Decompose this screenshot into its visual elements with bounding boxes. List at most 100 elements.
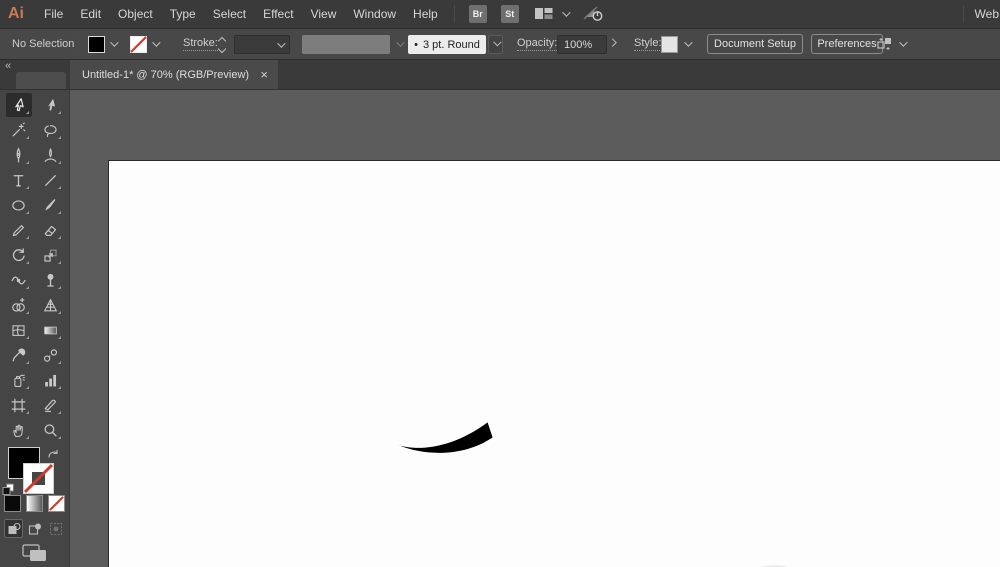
bridge-button[interactable]: Br: [469, 5, 487, 23]
menu-bar: Ai File Edit Object Type Select Effect V…: [0, 0, 1000, 29]
collapse-tools-icon[interactable]: «: [5, 60, 10, 72]
tab-bar: « Untitled-1* @ 70% (RGB/Preview) ×: [0, 60, 1000, 90]
fill-stroke-proxy: [0, 447, 70, 492]
ellipse-tool[interactable]: [6, 193, 32, 217]
menu-view[interactable]: View: [311, 7, 337, 21]
menu-divider: [454, 5, 455, 23]
column-graph-tool[interactable]: [38, 368, 64, 392]
brush-preset-label: 3 pt. Round: [423, 39, 480, 51]
color-swatch-button[interactable]: [4, 495, 21, 512]
document-tab[interactable]: Untitled-1* @ 70% (RGB/Preview) ×: [70, 60, 278, 89]
control-bar: No Selection Stroke: • 3 pt. Round: [0, 29, 1000, 60]
slice-tool[interactable]: [38, 393, 64, 417]
align-pixel-grid-icon[interactable]: [876, 35, 894, 53]
hand-tool[interactable]: [6, 418, 32, 442]
width-profile-dropdown-disabled: [302, 35, 390, 54]
stroke-weight-chevron-icon[interactable]: [277, 39, 285, 47]
brush-dropdown-button[interactable]: [488, 35, 503, 54]
brush-definition-dropdown[interactable]: • 3 pt. Round: [408, 35, 486, 54]
menu-window[interactable]: Window: [353, 7, 396, 21]
lasso-tool[interactable]: [38, 118, 64, 142]
artboard-content: [109, 161, 1000, 567]
gradient-swatch-button[interactable]: [26, 495, 43, 512]
artboard[interactable]: [108, 160, 1000, 567]
menu-select[interactable]: Select: [213, 7, 246, 21]
shape-builder-tool[interactable]: [6, 293, 32, 317]
style-link[interactable]: Style:: [634, 37, 662, 51]
line-segment-tool[interactable]: [38, 168, 64, 192]
pasteboard[interactable]: [70, 90, 1000, 567]
symbol-sprayer-tool[interactable]: [6, 368, 32, 392]
opacity-field[interactable]: 100%: [557, 35, 607, 54]
magic-wand-tool[interactable]: [6, 118, 32, 142]
selection-status: No Selection: [12, 38, 74, 50]
menu-divider-right: [963, 5, 964, 23]
graphic-style-swatch[interactable]: [661, 36, 678, 53]
main-menu: File Edit Object Type Select Effect View…: [44, 7, 438, 21]
stroke-weight-stepper[interactable]: [219, 35, 225, 52]
stroke-panel-link[interactable]: Stroke:: [183, 37, 218, 51]
width-profile-chevron-icon: [396, 38, 404, 46]
draw-inside-button: [46, 519, 65, 538]
stroke-proxy-swatch[interactable]: [23, 463, 54, 499]
stroke-swatch-chevron-icon[interactable]: [152, 38, 160, 46]
draw-normal-button[interactable]: [4, 519, 23, 538]
tools-panel-tab: [16, 72, 66, 89]
menu-type[interactable]: Type: [170, 7, 196, 21]
drawing-mode-row: [4, 519, 65, 538]
opacity-expand-icon[interactable]: [608, 38, 616, 46]
stroke-weight-field[interactable]: [234, 35, 290, 54]
close-tab-icon[interactable]: ×: [260, 68, 268, 81]
tools-panel-header: «: [0, 60, 70, 89]
menu-help[interactable]: Help: [413, 7, 438, 21]
stroke-color-swatch[interactable]: [130, 36, 147, 53]
menu-edit[interactable]: Edit: [80, 7, 101, 21]
direct-selection-tool[interactable]: [38, 93, 64, 117]
workspace-switcher[interactable]: Web: [975, 7, 999, 21]
style-chevron-icon[interactable]: [684, 38, 692, 46]
zoom-tool[interactable]: [38, 418, 64, 442]
workspace: [0, 90, 1000, 567]
perspective-grid-tool[interactable]: [38, 293, 64, 317]
brush-preview-dot: •: [414, 39, 418, 51]
selection-tool[interactable]: [6, 93, 32, 117]
document-setup-button[interactable]: Document Setup: [707, 34, 803, 54]
type-tool[interactable]: [6, 168, 32, 192]
puppet-warp-tool[interactable]: [38, 268, 64, 292]
align-chevron-icon[interactable]: [899, 38, 907, 46]
none-swatch-button[interactable]: [48, 495, 65, 512]
stepper-down-icon[interactable]: [218, 45, 226, 53]
arrange-documents-icon[interactable]: [534, 6, 554, 22]
curvature-tool[interactable]: [38, 143, 64, 167]
gpu-performance-icon[interactable]: [583, 5, 605, 23]
shaper-pencil-tool[interactable]: [6, 218, 32, 242]
paintbrush-tool[interactable]: [38, 193, 64, 217]
brush-chevron-icon: [493, 37, 501, 45]
artboard-tool[interactable]: [6, 393, 32, 417]
rotate-tool[interactable]: [6, 243, 32, 267]
width-tool[interactable]: [6, 268, 32, 292]
mesh-tool[interactable]: [6, 318, 32, 342]
preferences-button[interactable]: Preferences: [811, 34, 883, 54]
draw-behind-button[interactable]: [25, 519, 44, 538]
swap-fill-stroke-icon[interactable]: [46, 448, 60, 467]
blend-tool[interactable]: [38, 343, 64, 367]
gradient-tool[interactable]: [38, 318, 64, 342]
paint-mode-row: [4, 495, 65, 512]
eyedropper-tool[interactable]: [6, 343, 32, 367]
fill-color-swatch[interactable]: [88, 36, 105, 53]
menu-file[interactable]: File: [44, 7, 63, 21]
pen-tool[interactable]: [6, 143, 32, 167]
illustrator-window: Ai File Edit Object Type Select Effect V…: [0, 0, 1000, 567]
stock-button[interactable]: St: [501, 5, 519, 23]
menu-object[interactable]: Object: [118, 7, 153, 21]
eraser-tool[interactable]: [38, 218, 64, 242]
brush-stroke-shape[interactable]: [399, 422, 493, 452]
chevron-down-icon[interactable]: [562, 8, 570, 16]
scale-tool[interactable]: [38, 243, 64, 267]
app-logo: Ai: [8, 5, 24, 23]
fill-chevron-icon[interactable]: [110, 38, 118, 46]
menu-effect[interactable]: Effect: [263, 7, 293, 21]
change-screen-mode-icon[interactable]: [22, 544, 48, 567]
opacity-link[interactable]: Opacity:: [517, 37, 557, 51]
